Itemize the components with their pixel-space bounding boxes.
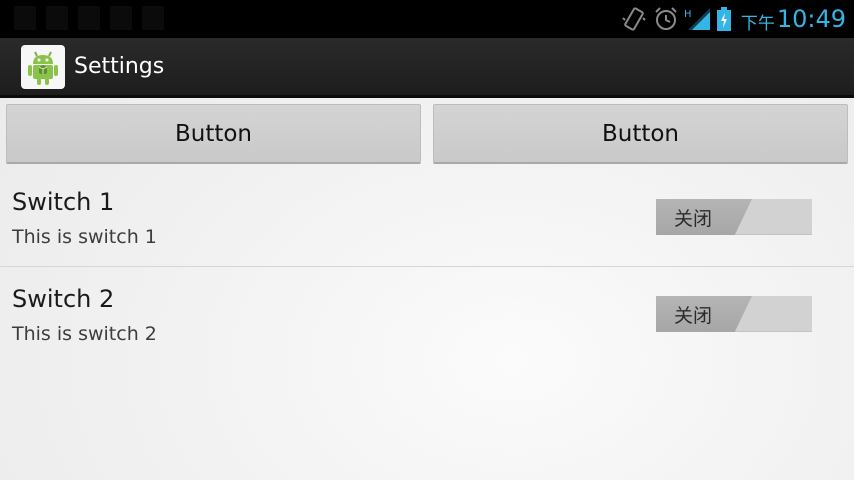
switch-1-summary: This is switch 1 <box>12 226 157 248</box>
notification-icon <box>110 6 132 30</box>
network-type-label: H <box>684 9 692 20</box>
button-2[interactable]: Button <box>433 104 848 164</box>
notification-icon <box>78 6 100 30</box>
action-bar: Settings <box>0 38 854 98</box>
status-bar: H 下午 10:49 <box>0 0 854 38</box>
switch-1-thumb: 关闭 <box>656 199 752 235</box>
system-status-icons: H 下午 10:49 <box>619 4 846 34</box>
notification-icons <box>14 6 164 30</box>
status-time: 10:49 <box>776 5 846 33</box>
alarm-icon <box>649 4 683 34</box>
notification-icon <box>46 6 68 30</box>
switch-2-title: Switch 2 <box>12 285 115 313</box>
switch-preference-1[interactable]: Switch 1 This is switch 1 关闭 <box>0 170 854 266</box>
switch-1-title: Switch 1 <box>12 188 115 216</box>
android-app-icon[interactable] <box>21 44 65 89</box>
switch-preference-2[interactable]: Switch 2 This is switch 2 关闭 <box>0 267 854 363</box>
switch-1-state-label: 关闭 <box>674 207 713 230</box>
battery-charging-icon <box>713 4 735 34</box>
action-bar-title: Settings <box>74 54 165 79</box>
switch-2-thumb: 关闭 <box>656 296 752 332</box>
switch-1-toggle[interactable]: 关闭 <box>656 199 812 235</box>
status-am-pm: 下午 <box>740 13 775 34</box>
vibrate-icon <box>619 4 649 34</box>
notification-icon <box>142 6 164 30</box>
notification-icon <box>14 6 36 30</box>
switch-2-summary: This is switch 2 <box>12 323 157 345</box>
switch-2-state-label: 关闭 <box>674 304 713 327</box>
switch-2-toggle[interactable]: 关闭 <box>656 296 812 332</box>
button-1[interactable]: Button <box>6 104 421 164</box>
signal-icon: H <box>683 4 713 34</box>
